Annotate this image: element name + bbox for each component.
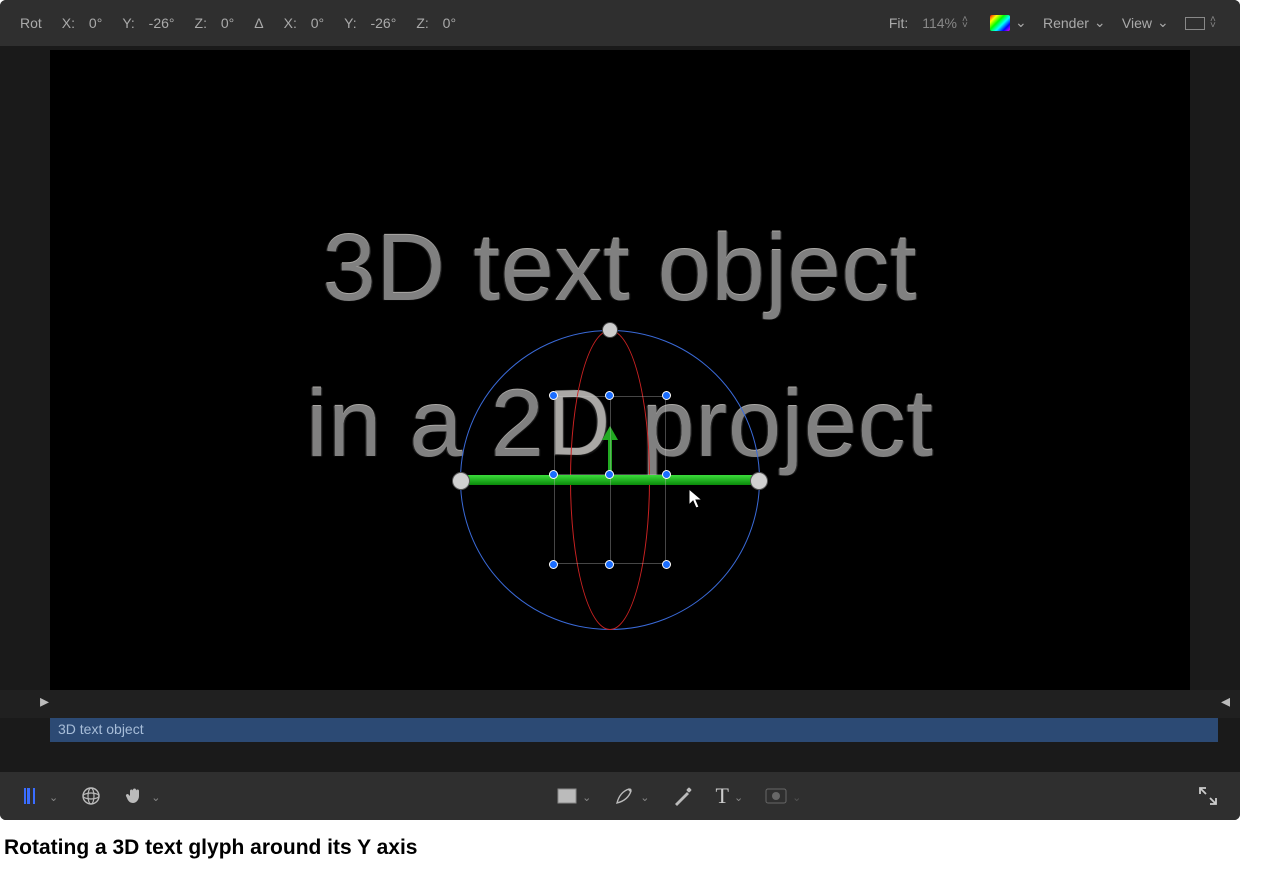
figure-caption: Rotating a 3D text glyph around its Y ax… (0, 836, 417, 860)
in-point-marker-icon[interactable]: ▸ (40, 691, 49, 712)
bbox-handle[interactable] (605, 470, 614, 479)
bbox-handle[interactable] (662, 391, 671, 400)
chevron-down-icon (1157, 18, 1167, 28)
zoom-fit-control[interactable]: Fit: 114% ˄˅ (889, 15, 972, 31)
chevron-down-icon: ⌄ (582, 791, 591, 804)
canvas-view-controls: Fit: 114% ˄˅ Render View ˄˅ (889, 15, 1220, 31)
chevron-down-icon: ⌄ (792, 791, 801, 804)
canvas-top-bar: Rot X: 0° Y: -26° Z: 0° Δ X: 0° Y: -26° … (0, 0, 1240, 46)
mini-timeline-ruler[interactable]: ▸ ◂ (0, 690, 1240, 718)
mask-icon (765, 788, 787, 804)
bbox-handle[interactable] (605, 560, 614, 569)
text-t-icon: T (716, 783, 729, 809)
hud-delta-label: Δ (254, 15, 263, 31)
canvas-text-line-1[interactable]: 3D text object (323, 214, 918, 323)
hud-delta-x[interactable]: X: 0° (284, 15, 325, 31)
view-menu[interactable]: View (1122, 15, 1167, 31)
motion-canvas-panel: Rot X: 0° Y: -26° Z: 0° Δ X: 0° Y: -26° … (0, 0, 1240, 820)
hud-rot-y[interactable]: Y: -26° (122, 15, 174, 31)
stepper-icon: ˄˅ (962, 17, 972, 29)
rectangle-icon (1185, 17, 1205, 30)
brush-icon (672, 785, 694, 807)
3d-transform-tool[interactable] (80, 785, 102, 807)
hud-delta-z[interactable]: Z: 0° (416, 15, 456, 31)
glyph-bounding-box[interactable] (554, 396, 666, 564)
expand-canvas-button[interactable] (1198, 786, 1218, 806)
chevron-down-icon (1094, 18, 1104, 28)
bbox-handle[interactable] (549, 560, 558, 569)
hud-rot-x[interactable]: X: 0° (62, 15, 103, 31)
chevron-down-icon: ⌄ (151, 791, 160, 804)
transform-glyph-icon (22, 785, 44, 807)
mini-timeline-clip[interactable]: 3D text object (50, 718, 1218, 742)
hud-rot-label: Rot (20, 15, 42, 31)
clip-name-label: 3D text object (58, 721, 144, 737)
bbox-handle[interactable] (662, 470, 671, 479)
rendered-frame: 3D text object in a 2D project (50, 50, 1190, 690)
chevron-down-icon: ⌄ (640, 791, 649, 804)
hud-delta-y[interactable]: Y: -26° (344, 15, 396, 31)
color-channel-control[interactable] (990, 15, 1025, 31)
rainbow-swatch-icon (990, 15, 1010, 31)
pen-tool[interactable]: ⌄ (613, 785, 649, 807)
bbox-handle[interactable] (605, 391, 614, 400)
out-point-marker-icon[interactable]: ◂ (1221, 691, 1230, 712)
viewport-layout-menu[interactable]: ˄˅ (1185, 17, 1220, 30)
text-tool[interactable]: T ⌄ (716, 783, 744, 809)
bbox-handle[interactable] (662, 560, 671, 569)
pan-tool[interactable]: ⌄ (124, 785, 160, 807)
hud-rotation-readout: Rot X: 0° Y: -26° Z: 0° Δ X: 0° Y: -26° … (20, 15, 456, 31)
render-menu[interactable]: Render (1043, 15, 1104, 31)
pen-icon (613, 785, 635, 807)
expand-icon (1198, 786, 1218, 806)
canvas-viewport[interactable]: 3D text object in a 2D project (0, 46, 1240, 710)
chevron-down-icon: ⌄ (49, 791, 58, 804)
shape-tool[interactable]: ⌄ (557, 788, 591, 804)
bbox-handle[interactable] (549, 470, 558, 479)
transform-glyph-tool[interactable]: ⌄ (22, 785, 58, 807)
bbox-handle[interactable] (549, 391, 558, 400)
chevron-down-icon: ⌄ (734, 791, 743, 804)
stepper-icon: ˄˅ (1210, 17, 1220, 29)
rectangle-icon (557, 788, 577, 804)
top-rotation-handle[interactable] (602, 322, 618, 338)
canvas-bottom-toolbar: ⌄ ⌄ ⌄ (0, 772, 1240, 820)
chevron-down-icon (1015, 18, 1025, 28)
paint-stroke-tool[interactable] (672, 785, 694, 807)
mask-tool[interactable]: ⌄ (765, 788, 801, 804)
3d-sphere-icon (80, 785, 102, 807)
hud-rot-z[interactable]: Z: 0° (195, 15, 235, 31)
hand-icon (124, 785, 146, 807)
